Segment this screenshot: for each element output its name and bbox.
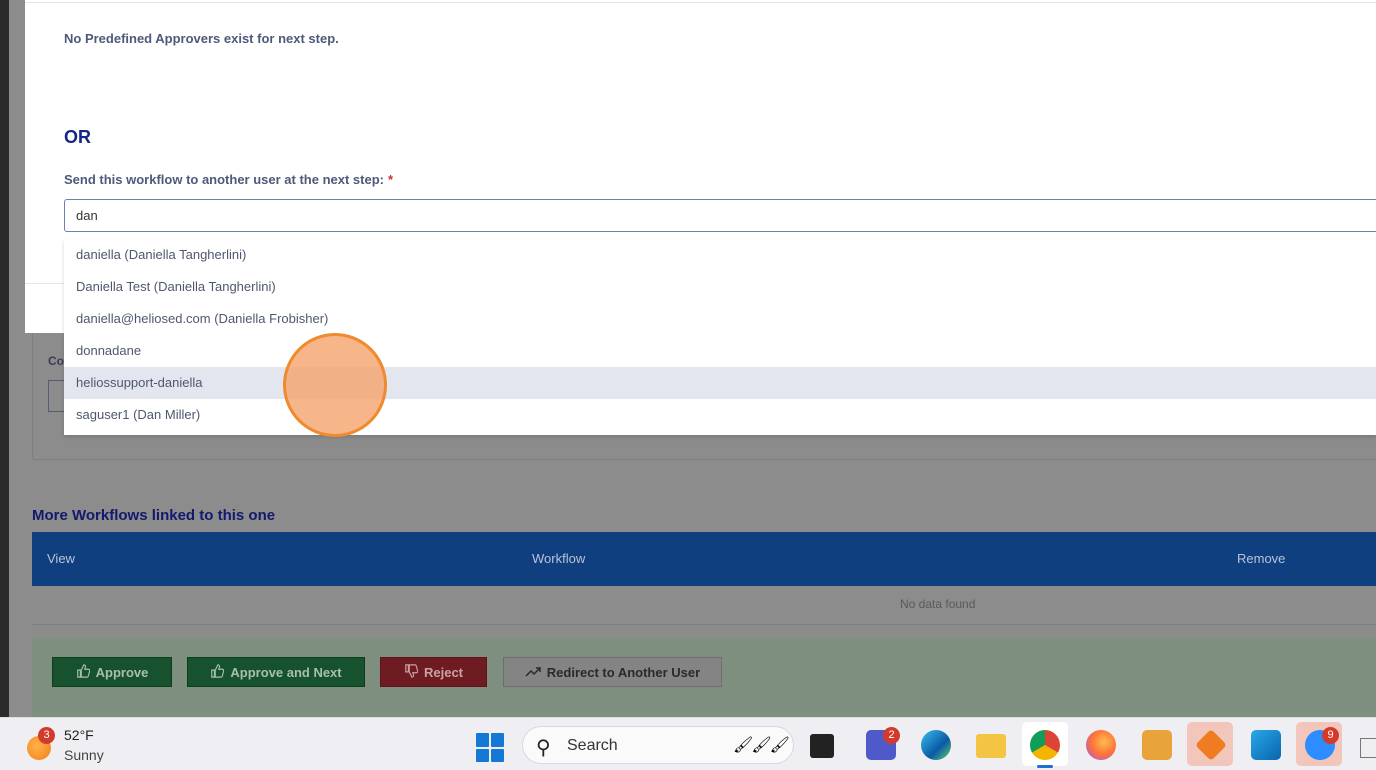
or-heading: OR — [64, 127, 91, 147]
start-icon[interactable] — [476, 733, 505, 762]
user-autocomplete-list: daniella (Daniella Tangherlini) Daniella… — [64, 239, 1376, 435]
zoom-badge: 9 — [1322, 727, 1339, 744]
thumbs-up-icon — [76, 663, 90, 681]
comment-label: Co — [48, 354, 64, 368]
autocomplete-option[interactable]: saguser1 (Dan Miller) — [64, 399, 1376, 431]
chrome-icon[interactable] — [1030, 730, 1060, 760]
search-icon: ⚲ — [536, 737, 551, 759]
autocomplete-option[interactable]: Daniella Test (Daniella Tangherlini) — [64, 271, 1376, 303]
approve-label: Approve — [95, 664, 149, 680]
autocomplete-option[interactable]: daniella@heliosed.com (Daniella Frobishe… — [64, 303, 1376, 335]
autocomplete-option[interactable]: donnadane — [64, 335, 1376, 367]
autocomplete-option[interactable]: daniella (Daniella Tangherlini) — [64, 239, 1376, 271]
taskbar-search[interactable]: ⚲ Search 🖌🖌🖌 — [522, 726, 794, 764]
tray-overflow-icon[interactable] — [1360, 738, 1376, 758]
chrome-active-indicator — [1037, 765, 1053, 768]
edge-icon[interactable] — [921, 730, 951, 760]
firefox-icon[interactable] — [1086, 730, 1116, 760]
trend-arrow-icon — [525, 664, 541, 681]
task-view-icon[interactable] — [810, 734, 834, 758]
taskbar: 3 52°F Sunny ⚲ Search 🖌🖌🖌 2 9 — [0, 717, 1376, 770]
table-empty-row: No data found — [32, 586, 1376, 625]
thumbs-down-icon — [404, 663, 419, 681]
approve-and-next-label: Approve and Next — [230, 664, 342, 680]
weather-condition[interactable]: Sunny — [64, 747, 104, 763]
linked-workflows-table-header: View Workflow Remove — [32, 532, 1376, 586]
search-placeholder: Search — [567, 737, 618, 754]
snipping-tool-icon[interactable] — [1142, 730, 1172, 760]
column-workflow: Workflow — [532, 551, 586, 566]
no-approvers-message: No Predefined Approvers exist for next s… — [64, 31, 339, 46]
window-edge — [0, 0, 9, 717]
weather-temperature[interactable]: 52°F — [64, 727, 94, 743]
user-search-input[interactable] — [64, 199, 1376, 232]
modal-divider — [25, 2, 1376, 3]
click-indicator — [283, 333, 387, 437]
redirect-label: Redirect to Another User — [546, 664, 701, 680]
reject-label: Reject — [423, 664, 464, 680]
approve-button[interactable]: Approve — [52, 657, 172, 687]
column-remove: Remove — [1237, 551, 1286, 566]
reject-button[interactable]: Reject — [380, 657, 487, 687]
required-marker: * — [388, 172, 394, 187]
approve-and-next-button[interactable]: Approve and Next — [187, 657, 365, 687]
autocomplete-option-highlighted[interactable]: heliossupport-daniella — [64, 367, 1376, 399]
column-view: View — [47, 551, 75, 566]
send-to-user-label-text: Send this workflow to another user at th… — [64, 172, 384, 187]
weather-badge: 3 — [38, 727, 55, 744]
teams-badge: 2 — [883, 727, 900, 744]
outlook-icon[interactable] — [1251, 730, 1281, 760]
linked-workflows-title: More Workflows linked to this one — [32, 507, 276, 524]
send-to-user-label: Send this workflow to another user at th… — [64, 172, 393, 187]
redirect-button[interactable]: Redirect to Another User — [503, 657, 722, 687]
action-bar: Approve Approve and Next Reject Redirect… — [32, 638, 1376, 718]
search-highlight-icon: 🖌🖌🖌 — [733, 737, 790, 754]
file-explorer-icon[interactable] — [976, 734, 1006, 758]
thumbs-up-icon — [210, 663, 225, 681]
no-data-text: No data found — [900, 597, 976, 611]
